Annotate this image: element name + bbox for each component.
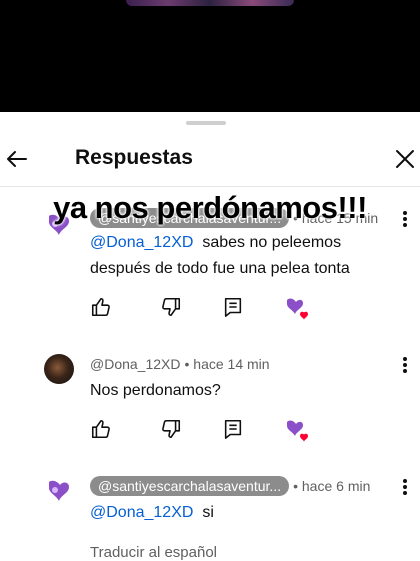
comment-meta: @Dona_12XD • hace 14 min <box>90 354 270 374</box>
drag-handle[interactable] <box>186 121 226 125</box>
time-text: hace 14 min <box>193 356 270 372</box>
video-frame <box>126 0 294 6</box>
comment-meta: @santiyescarchalasaventur... • hace 6 mi… <box>90 476 370 496</box>
comment-actions <box>88 418 328 442</box>
more-options-icon[interactable] <box>398 354 412 376</box>
dislike-icon[interactable] <box>160 418 182 440</box>
like-icon[interactable] <box>90 296 112 318</box>
creator-heart-icon <box>284 294 312 322</box>
back-arrow-icon[interactable] <box>2 144 32 174</box>
mention-link[interactable]: @Dona_12XD <box>90 234 193 251</box>
avatar[interactable] <box>44 476 74 506</box>
replies-sheet: Respuestas @santiyescarchalasaventur... … <box>0 112 420 561</box>
dislike-icon[interactable] <box>160 296 182 318</box>
comment-text: @Dona_12XD sabes no peleemos después de … <box>90 230 390 282</box>
close-icon[interactable] <box>390 144 420 174</box>
video-player[interactable] <box>0 0 420 112</box>
more-options-icon[interactable] <box>398 476 412 498</box>
timestamp: • hace 14 min <box>184 356 270 372</box>
translate-link[interactable]: Traducir al español <box>90 544 217 561</box>
header-divider <box>0 186 420 187</box>
avatar[interactable] <box>44 354 74 384</box>
page-title: Respuestas <box>75 146 193 169</box>
creator-heart-icon <box>284 416 312 444</box>
comment-line: sabes no peleemos <box>202 234 342 251</box>
reply-icon[interactable] <box>222 418 244 440</box>
reply-icon[interactable] <box>222 296 244 318</box>
timestamp: • hace 6 min <box>293 478 371 494</box>
comment-line: si <box>202 504 214 521</box>
replies-header: Respuestas <box>0 136 420 186</box>
comment-actions <box>88 296 328 320</box>
comment-text: Nos perdonamos? <box>90 382 221 399</box>
comment-line: después de todo fue una pelea tonta <box>90 260 350 277</box>
overlay-caption: ya nos perdónamos!!! <box>53 190 367 225</box>
comment-text: @Dona_12XD si <box>90 500 390 526</box>
like-icon[interactable] <box>90 418 112 440</box>
time-text: hace 6 min <box>301 478 371 494</box>
author-handle[interactable]: @Dona_12XD <box>90 356 181 372</box>
mention-link[interactable]: @Dona_12XD <box>90 504 193 521</box>
author-handle[interactable]: @santiyescarchalasaventur... <box>90 476 290 496</box>
